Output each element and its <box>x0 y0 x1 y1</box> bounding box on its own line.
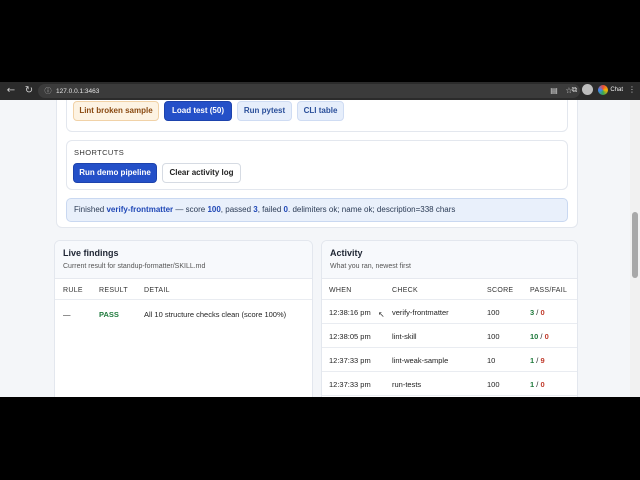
chat-button[interactable]: Chat <box>598 84 623 95</box>
activity-score: 10 <box>487 356 496 365</box>
col-detail: DETAIL <box>144 287 170 294</box>
site-info-icon[interactable]: ⓘ <box>43 86 53 96</box>
activity-header: Activity What you ran, newest first <box>322 241 577 279</box>
status-message: Finished verify-frontmatter — score 100,… <box>66 198 568 222</box>
finding-rule: — <box>63 310 71 319</box>
activity-pass-fail: 1 / 9 <box>530 356 545 365</box>
status-mid3: , failed <box>257 205 282 214</box>
scrollbar-thumb[interactable] <box>632 212 638 278</box>
status-check-name: verify-frontmatter <box>106 205 174 214</box>
activity-panel: Activity What you ran, newest first WHEN… <box>321 240 578 397</box>
activity-subtitle: What you ran, newest first <box>330 263 411 270</box>
findings-title: Live findings <box>63 248 119 258</box>
page-scrollbar[interactable] <box>630 100 640 397</box>
col-score: SCORE <box>487 287 514 294</box>
lint-broken-sample-button[interactable]: Lint broken sample <box>73 101 159 121</box>
activity-check: lint-skill <box>392 332 417 341</box>
activity-when: 12:37:33 pm <box>329 380 371 389</box>
page-content: Lint broken sample Load test (50) Run py… <box>0 100 630 397</box>
clear-activity-log-button[interactable]: Clear activity log <box>162 163 241 183</box>
activity-pass-fail: 3 / 0 <box>530 308 545 317</box>
url-text: 127.0.0.1:3463 <box>56 87 100 95</box>
activity-check: run-tests <box>392 380 422 389</box>
status-prefix: Finished <box>74 205 105 214</box>
activity-check: lint-weak-sample <box>392 356 449 365</box>
back-icon[interactable]: ← <box>4 84 18 98</box>
fail-count: 0 <box>540 380 545 389</box>
activity-check: verify-frontmatter <box>392 308 449 317</box>
activity-when: 12:38:16 pm <box>329 308 371 317</box>
cli-table-button[interactable]: CLI table <box>297 101 344 121</box>
actions-group: Lint broken sample Load test (50) Run py… <box>66 100 568 132</box>
browser-toolbar: ← ↻ ⓘ 127.0.0.1:3463 ▤ ☆ ⧉ Chat ⋮ <box>0 82 640 100</box>
findings-header: Live findings Current result for standup… <box>55 241 312 279</box>
activity-score: 100 <box>487 332 500 341</box>
status-suffix: . delimiters ok; name ok; description=33… <box>288 205 456 214</box>
screen: ← ↻ ⓘ 127.0.0.1:3463 ▤ ☆ ⧉ Chat ⋮ Lint b… <box>0 0 640 480</box>
col-check: CHECK <box>392 287 419 294</box>
findings-subtitle: Current result for standup-formatter/SKI… <box>63 263 206 270</box>
table-row: 12:37:33 pm run-tests 100 1 / 0 <box>322 372 577 396</box>
fail-count: 9 <box>540 356 545 365</box>
run-demo-pipeline-button[interactable]: Run demo pipeline <box>73 163 157 183</box>
col-pass-fail: PASS/FAIL <box>530 287 568 294</box>
col-rule: RULE <box>63 287 83 294</box>
mouse-cursor-icon: ↖ <box>378 310 385 319</box>
status-score: 100 <box>207 205 221 214</box>
load-test-button[interactable]: Load test (50) <box>164 101 232 121</box>
col-when: WHEN <box>329 287 352 294</box>
shortcuts-label: SHORTCUTS <box>74 148 125 157</box>
table-row: 12:38:16 pm verify-frontmatter 100 3 / 0 <box>322 300 577 324</box>
table-row: 12:38:05 pm lint-skill 100 10 / 0 <box>322 324 577 348</box>
address-bar[interactable]: ⓘ 127.0.0.1:3463 ▤ ☆ <box>38 84 580 98</box>
live-findings-panel: Live findings Current result for standup… <box>54 240 313 397</box>
status-mid2: , passed <box>220 205 252 214</box>
activity-score: 100 <box>487 380 500 389</box>
status-mid1: — score <box>175 205 206 214</box>
reload-icon[interactable]: ↻ <box>22 84 36 98</box>
finding-result: PASS <box>99 310 119 319</box>
profile-avatar[interactable] <box>582 84 594 95</box>
chat-label: Chat <box>610 86 623 93</box>
activity-pass-fail: 10 / 0 <box>530 332 549 341</box>
activity-score: 100 <box>487 308 500 317</box>
col-result: RESULT <box>99 287 128 294</box>
fail-count: 0 <box>540 308 545 317</box>
finding-detail: All 10 structure checks clean (score 100… <box>144 310 287 319</box>
chat-logo-icon <box>598 84 609 95</box>
table-row: — PASS All 10 structure checks clean (sc… <box>55 300 312 328</box>
activity-pass-fail: 1 / 0 <box>530 380 545 389</box>
activity-title: Activity <box>330 248 363 258</box>
run-pytest-button[interactable]: Run pytest <box>237 101 292 121</box>
extensions-icon[interactable]: ⧉ <box>572 85 578 95</box>
activity-when: 12:37:33 pm <box>329 356 371 365</box>
table-row: 12:37:33 pm lint-weak-sample 10 1 / 9 <box>322 348 577 372</box>
menu-kebab-icon[interactable]: ⋮ <box>628 85 636 94</box>
activity-when: 12:38:05 pm <box>329 332 371 341</box>
shortcuts-section: SHORTCUTS Run demo pipeline Clear activi… <box>66 140 568 190</box>
fail-count: 0 <box>544 332 549 341</box>
reader-mode-icon[interactable]: ▤ <box>549 85 559 97</box>
